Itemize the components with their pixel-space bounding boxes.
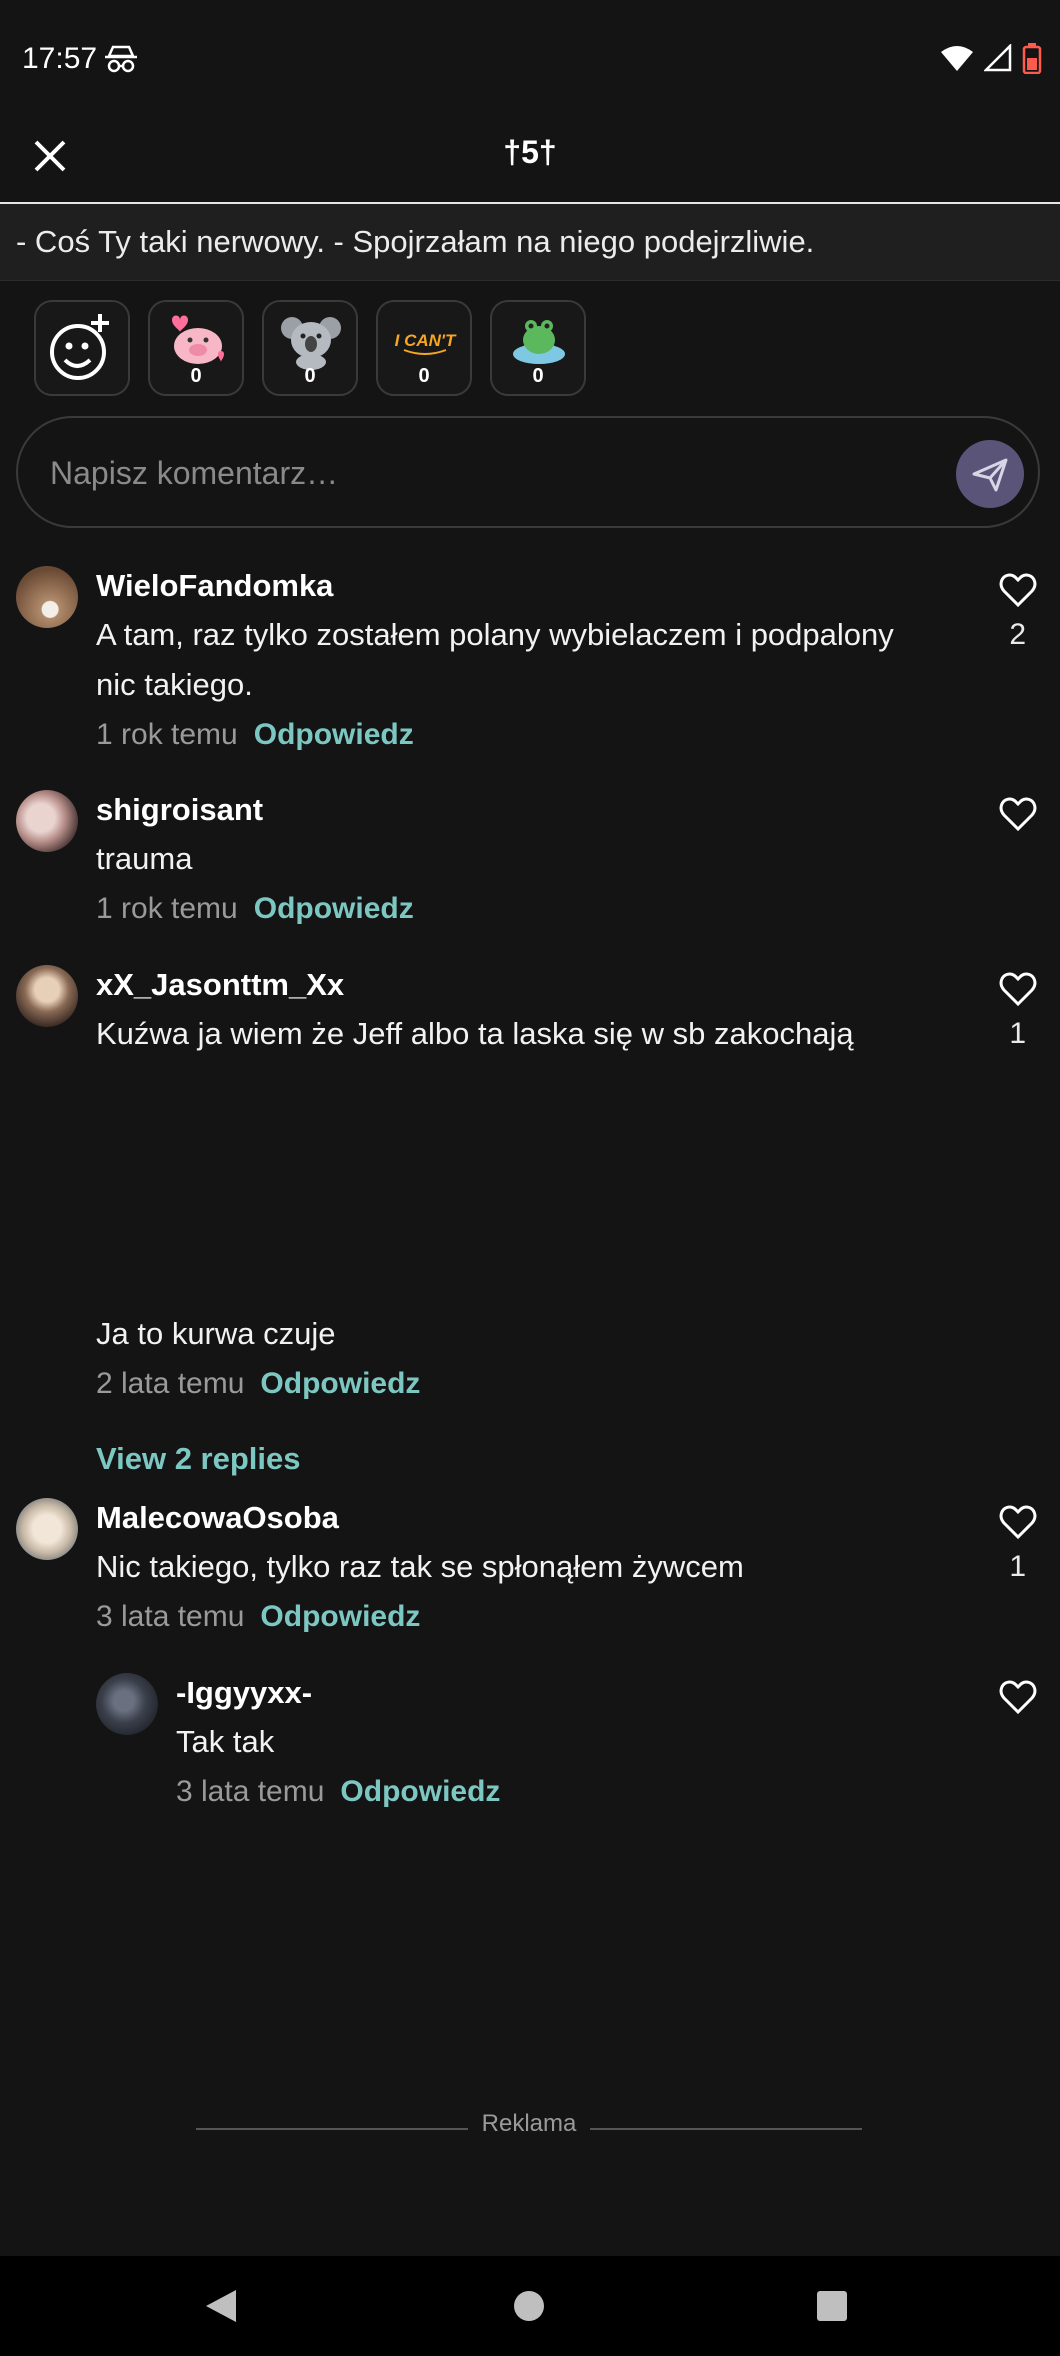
ad-separator: Reklama bbox=[196, 2110, 862, 2150]
recents-icon[interactable] bbox=[816, 2290, 848, 2322]
reaction-pig[interactable]: 0 bbox=[148, 300, 244, 396]
comment-meta: 1 rok temu Odpowiedz bbox=[96, 718, 414, 752]
comment-text-line: Tak tak bbox=[176, 1724, 275, 1759]
battery-icon bbox=[1022, 43, 1042, 74]
comment-author[interactable]: MalecowaOsoba bbox=[96, 1500, 339, 1536]
signal-icon bbox=[984, 44, 1012, 72]
comment-text-line: Nic takiego, tylko raz tak se spłonąłem … bbox=[96, 1549, 744, 1584]
comment-author[interactable]: WieloFandomka bbox=[96, 568, 333, 604]
status-time: 17:57 bbox=[22, 42, 98, 75]
quote-text: - Coś Ty taki nerwowy. - Spojrzałam na n… bbox=[16, 224, 815, 259]
reaction-bar: 0 0 I CAN'T 0 0 bbox=[34, 300, 586, 396]
system-navigation-bar bbox=[0, 2256, 1060, 2356]
home-icon[interactable] bbox=[513, 2290, 545, 2322]
comment-text-line: trauma bbox=[96, 841, 193, 876]
view-replies-link[interactable]: View 2 replies bbox=[96, 1441, 301, 1477]
like-heart-icon[interactable] bbox=[998, 1677, 1038, 1717]
page-title: †5† bbox=[503, 134, 557, 170]
reaction-count: 0 bbox=[532, 365, 544, 387]
comment-time: 2 lata temu bbox=[96, 1367, 245, 1400]
avatar[interactable] bbox=[16, 965, 78, 1027]
reply-button[interactable]: Odpowiedz bbox=[340, 1775, 500, 1808]
comment-author[interactable]: xX_Jasonttm_Xx bbox=[96, 967, 344, 1003]
avatar[interactable] bbox=[16, 1498, 78, 1560]
reaction-koala[interactable]: 0 bbox=[262, 300, 358, 396]
like-count: 2 bbox=[1009, 618, 1026, 651]
send-icon bbox=[972, 458, 1008, 492]
i-cant-sticker-icon: I CAN'T bbox=[395, 331, 457, 355]
reply-button[interactable]: Odpowiedz bbox=[254, 892, 414, 925]
svg-text:I CAN'T: I CAN'T bbox=[395, 331, 457, 350]
wifi-icon bbox=[941, 46, 973, 71]
add-reaction-button[interactable] bbox=[34, 300, 130, 396]
comment-meta: 2 lata temu Odpowiedz bbox=[96, 1367, 420, 1401]
top-app-bar: †5† bbox=[0, 120, 1060, 204]
reaction-i-cant[interactable]: I CAN'T 0 bbox=[376, 300, 472, 396]
quoted-paragraph: - Coś Ty taki nerwowy. - Spojrzałam na n… bbox=[0, 204, 1060, 281]
status-bar: 17:57 bbox=[0, 0, 1060, 120]
comment-text-line: A tam, raz tylko zostałem polany wybiela… bbox=[96, 617, 894, 652]
reaction-count: 0 bbox=[190, 365, 202, 387]
send-button[interactable] bbox=[956, 440, 1024, 508]
comment-meta: 3 lata temu Odpowiedz bbox=[176, 1775, 500, 1809]
comment-meta: 1 rok temu Odpowiedz bbox=[96, 892, 414, 926]
comment-time: 3 lata temu bbox=[96, 1600, 245, 1633]
pig-sticker-icon bbox=[172, 315, 224, 364]
comment-author[interactable]: shigroisant bbox=[96, 792, 263, 828]
ad-label: Reklama bbox=[481, 2110, 577, 2137]
comment-time: 1 rok temu bbox=[96, 892, 238, 925]
reaction-count: 0 bbox=[418, 365, 430, 387]
add-reaction-icon bbox=[50, 314, 109, 380]
reply-button[interactable]: Odpowiedz bbox=[260, 1367, 420, 1400]
incognito-icon bbox=[104, 44, 138, 79]
comment-time: 1 rok temu bbox=[96, 718, 238, 751]
like-heart-icon[interactable] bbox=[998, 794, 1038, 834]
frog-sticker-icon bbox=[513, 320, 565, 364]
avatar[interactable] bbox=[16, 790, 78, 852]
reaction-count: 0 bbox=[304, 365, 316, 387]
reaction-frog[interactable]: 0 bbox=[490, 300, 586, 396]
back-icon[interactable] bbox=[204, 2288, 238, 2324]
reply-button[interactable]: Odpowiedz bbox=[260, 1600, 420, 1633]
koala-sticker-icon bbox=[281, 317, 341, 370]
avatar[interactable] bbox=[96, 1673, 158, 1735]
reply-button[interactable]: Odpowiedz bbox=[254, 718, 414, 751]
comment-meta: 3 lata temu Odpowiedz bbox=[96, 1600, 420, 1634]
comment-author[interactable]: -Iggyyxx- bbox=[176, 1675, 312, 1711]
comment-text-line: nic takiego. bbox=[96, 667, 253, 702]
comment-text-line: Ja to kurwa czuje bbox=[96, 1316, 336, 1351]
comment-composer bbox=[16, 416, 1040, 528]
comment-text-line: Kuźwa ja wiem że Jeff albo ta laska się … bbox=[96, 1016, 854, 1051]
like-heart-icon[interactable] bbox=[998, 570, 1038, 610]
like-heart-icon[interactable] bbox=[998, 1502, 1038, 1542]
like-heart-icon[interactable] bbox=[998, 969, 1038, 1009]
avatar[interactable] bbox=[16, 566, 78, 628]
divider bbox=[590, 2128, 862, 2130]
comment-input[interactable] bbox=[48, 444, 932, 502]
comment-time: 3 lata temu bbox=[176, 1775, 325, 1808]
like-count: 1 bbox=[1009, 1550, 1026, 1583]
like-count: 1 bbox=[1009, 1017, 1026, 1050]
